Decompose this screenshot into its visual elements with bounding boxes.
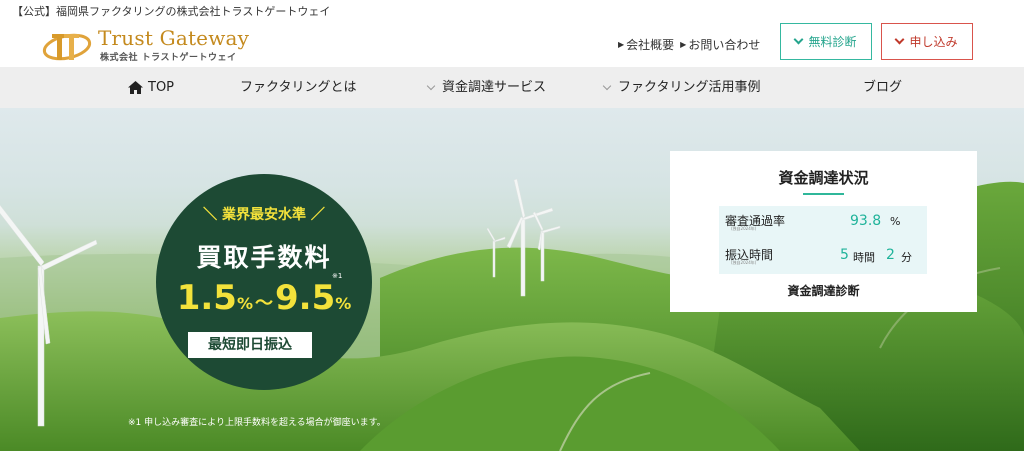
fee-badge: ＼ 業界最安水準 ／ 買取手数料 ※1 1.5% ～9.5% 最短即日振込 bbox=[156, 174, 372, 390]
apply-label: 申し込み bbox=[909, 35, 958, 49]
logo-name: Trust Gateway bbox=[98, 26, 250, 50]
chevron-down-icon bbox=[794, 34, 804, 45]
apply-button[interactable]: 申し込み bbox=[881, 23, 973, 60]
logo-subtitle: 株式会社 トラストゲートウェイ bbox=[100, 53, 237, 63]
transfer-hours-unit: 時間 bbox=[853, 251, 875, 264]
transfer-hours-value: 5 bbox=[840, 247, 849, 263]
company-link-label: 会社概要 bbox=[626, 38, 675, 52]
nav-item-factoring-label: ファクタリングとは bbox=[240, 80, 357, 95]
nav-item-factoring[interactable]: ファクタリングとは bbox=[240, 67, 356, 108]
fee-rate: 1.5% ～9.5% bbox=[156, 278, 372, 318]
fee-rate-min-unit: % bbox=[236, 294, 253, 313]
transfer-minutes-value: 2 bbox=[886, 247, 895, 263]
free-diagnosis-button[interactable]: 無料診断 bbox=[780, 23, 872, 60]
status-title-underline bbox=[803, 193, 844, 195]
status-stats: 審査通過率 (独自2024年) 93.8 % 振込時間 (独自2024年) 5 … bbox=[719, 206, 927, 274]
nav-item-blog[interactable]: ブログ bbox=[863, 67, 902, 108]
funding-diagnosis-link[interactable]: 資金調達診断 bbox=[670, 282, 977, 299]
hero-footnote: ※1 申し込み審査により上限手数料を超える場合が御座います。 bbox=[128, 418, 386, 428]
funding-status-panel: 資金調達状況 審査通過率 (独自2024年) 93.8 % 振込時間 (独自20… bbox=[670, 151, 977, 312]
chevron-down-icon bbox=[602, 81, 612, 90]
badge-tagline: ＼ 業界最安水準 ／ bbox=[203, 207, 325, 223]
triangle-right-icon: ▶ bbox=[618, 40, 625, 49]
site-tagline: 【公式】福岡県ファクタリングの株式会社トラストゲートウェイ bbox=[12, 5, 331, 18]
site-logo[interactable]: Trust Gateway 株式会社 トラストゲートウェイ bbox=[40, 26, 250, 64]
company-link[interactable]: ▶ 会社概要 bbox=[618, 36, 674, 53]
transfer-minutes-unit: 分 bbox=[901, 251, 912, 264]
free-diagnosis-label: 無料診断 bbox=[808, 35, 857, 49]
nav-item-case-studies[interactable]: ファクタリング活用事例 bbox=[602, 67, 761, 108]
fastest-transfer-label: 最短即日振込 bbox=[188, 332, 312, 358]
nav-item-case-studies-label: ファクタリング活用事例 bbox=[618, 80, 761, 95]
fee-rate-max-unit: % bbox=[335, 294, 352, 313]
approval-rate-note: (独自2024年) bbox=[731, 226, 757, 231]
nav-item-funding-service[interactable]: 資金調達サービス bbox=[426, 67, 547, 108]
fee-rate-max: 9.5 bbox=[275, 278, 336, 318]
chevron-down-icon bbox=[426, 81, 436, 90]
approval-rate-row: 審査通過率 (独自2024年) 93.8 % bbox=[719, 208, 927, 238]
fee-rate-tilde: ～ bbox=[255, 293, 273, 314]
main-nav: TOP ファクタリングとは 資金調達サービス ファクタリング活用事例 ブログ bbox=[0, 67, 1024, 108]
utility-links: ▶ 会社概要 ▶ お問い合わせ bbox=[618, 36, 760, 53]
transfer-time-row: 振込時間 (独自2024年) 5 時間 2 分 bbox=[719, 242, 927, 272]
approval-rate-value: 93.8 bbox=[850, 213, 882, 229]
home-icon bbox=[128, 81, 143, 94]
contact-link[interactable]: ▶ お問い合わせ bbox=[680, 36, 760, 53]
badge-title: 買取手数料 bbox=[196, 243, 332, 272]
chevron-down-icon bbox=[895, 34, 905, 45]
approval-rate-unit: % bbox=[890, 215, 901, 228]
nav-item-funding-service-label: 資金調達サービス bbox=[442, 80, 547, 95]
status-title: 資金調達状況 bbox=[778, 169, 869, 187]
nav-item-top[interactable]: TOP bbox=[128, 67, 174, 108]
logo-mark-icon bbox=[42, 33, 92, 61]
fee-rate-min: 1.5 bbox=[176, 278, 237, 318]
triangle-right-icon: ▶ bbox=[680, 40, 687, 49]
transfer-time-note: (独自2024年) bbox=[731, 260, 757, 265]
nav-item-top-label: TOP bbox=[148, 80, 175, 95]
nav-item-blog-label: ブログ bbox=[863, 80, 903, 95]
contact-link-label: お問い合わせ bbox=[688, 38, 761, 52]
